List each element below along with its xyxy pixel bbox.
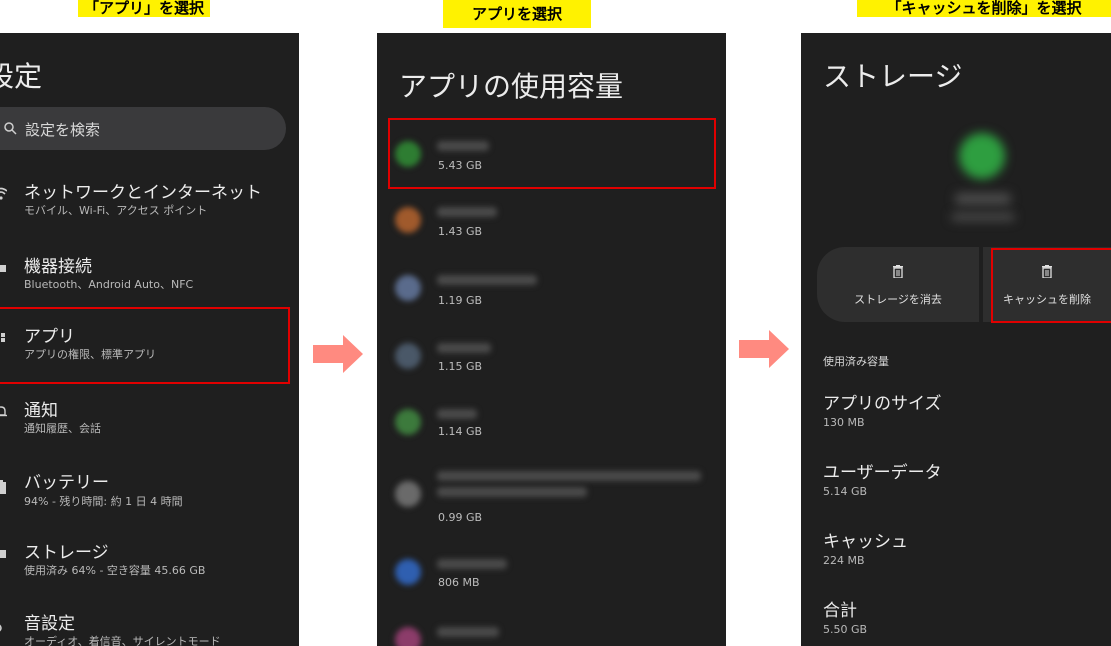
page-title: ストレージ (823, 60, 963, 93)
settings-item-subtitle: Bluetooth、Android Auto、NFC (24, 278, 194, 291)
settings-item-label: ネットワークとインターネット (24, 183, 262, 203)
settings-item-subtitle: オーディオ、着信音、サイレントモード (24, 635, 221, 646)
app-row[interactable]: 1.19 GB (377, 261, 726, 321)
settings-item-label: ストレージ (24, 543, 109, 563)
app-version-blurred (951, 213, 1015, 221)
app-icon (959, 133, 1005, 179)
settings-item-sound[interactable]: 音設定 オーディオ、着信音、サイレントモード (0, 607, 299, 646)
app-row[interactable]: 1.15 GB (377, 329, 726, 389)
app-name-blurred (437, 275, 537, 285)
settings-item-devices[interactable]: 機器接続 Bluetooth、Android Auto、NFC (0, 249, 299, 299)
storage-row-label: ユーザーデータ (823, 463, 942, 483)
arrow-right-icon (739, 330, 789, 368)
app-size: 0.99 GB (438, 511, 483, 524)
settings-item-label: 機器接続 (24, 257, 92, 277)
app-name-blurred (437, 627, 499, 637)
settings-item-subtitle: 使用済み 64% - 空き容量 45.66 GB (24, 564, 206, 577)
app-size: 1.19 GB (438, 294, 483, 307)
storage-icon (0, 547, 8, 561)
arrow-right-icon (313, 335, 363, 373)
settings-item-battery[interactable]: バッテリー 94% - 残り時間: 約 1 日 4 時間 (0, 466, 299, 516)
clear-storage-button[interactable]: ストレージを消去 (817, 247, 979, 322)
storage-row: ユーザーデータ 5.14 GB (823, 458, 942, 498)
storage-row: キャッシュ 224 MB (823, 527, 908, 567)
step1-caption: 「アプリ」を選択 (78, 0, 210, 17)
step2-caption: アプリを選択 (443, 0, 591, 28)
app-name-blurred (437, 471, 701, 481)
storage-row-value: 224 MB (823, 554, 865, 567)
settings-item-label: 通知 (24, 401, 58, 421)
apps-highlight-frame (0, 307, 290, 384)
search-icon (2, 119, 18, 137)
devices-icon (0, 263, 8, 275)
search-placeholder: 設定を検索 (25, 121, 101, 139)
wifi-icon (0, 185, 8, 203)
bell-icon (0, 404, 8, 420)
page-title: 設定 (0, 60, 43, 93)
settings-item-label: バッテリー (24, 473, 109, 493)
app-size: 1.14 GB (438, 425, 483, 438)
app-name-blurred (437, 343, 491, 353)
app-icon (395, 343, 421, 369)
storage-row: アプリのサイズ 130 MB (823, 389, 942, 429)
storage-row: 合計 5.50 GB (823, 596, 868, 636)
page-title: アプリの使用容量 (399, 70, 624, 103)
app-icon (395, 409, 421, 435)
storage-screen: ストレージ ストレージを消去 キャッシュを削除 使用済み容量 アプリのサイズ 1… (801, 33, 1111, 646)
clear-storage-label: ストレージを消去 (854, 293, 942, 306)
search-bar[interactable]: 設定を検索 (0, 107, 286, 150)
storage-row-value: 5.14 GB (823, 485, 868, 498)
settings-item-subtitle: 94% - 残り時間: 約 1 日 4 時間 (24, 495, 183, 508)
settings-item-storage[interactable]: ストレージ 使用済み 64% - 空き容量 45.66 GB (0, 537, 299, 587)
app-icon (395, 559, 421, 585)
app-name-blurred (437, 409, 477, 419)
sound-icon (0, 621, 8, 635)
settings-item-notifications[interactable]: 通知 通知履歴、会話 (0, 396, 299, 446)
app-icon (395, 481, 421, 507)
storage-row-label: キャッシュ (823, 532, 908, 552)
app-usage-screen: アプリの使用容量 5.43 GB 1.43 GB 1.19 GB 1.15 GB… (377, 33, 726, 646)
settings-item-label: 音設定 (24, 614, 75, 634)
app-icon (395, 207, 421, 233)
settings-item-network[interactable]: ネットワークとインターネット モバイル、Wi-Fi、アクセス ポイント (0, 173, 299, 223)
app-row[interactable] (377, 613, 726, 646)
app-highlight-frame (388, 118, 716, 189)
battery-icon (0, 478, 8, 496)
app-row[interactable]: 0.99 GB (377, 465, 726, 529)
settings-screen: 設定 設定を検索 ネットワークとインターネット モバイル、Wi-Fi、アクセス … (0, 33, 299, 646)
section-header: 使用済み容量 (823, 355, 889, 368)
step3-caption: 「キャッシュを削除」を選択 (857, 0, 1111, 17)
settings-item-subtitle: モバイル、Wi-Fi、アクセス ポイント (24, 204, 208, 217)
app-row[interactable]: 1.14 GB (377, 397, 726, 457)
storage-row-label: アプリのサイズ (823, 394, 942, 414)
app-name-blurred (437, 487, 587, 497)
app-icon (395, 627, 421, 646)
app-name-blurred (437, 207, 497, 217)
storage-row-label: 合計 (823, 601, 857, 621)
app-name-blurred (955, 193, 1011, 205)
app-row[interactable]: 1.43 GB (377, 193, 726, 253)
app-size: 806 MB (438, 576, 480, 589)
storage-row-value: 130 MB (823, 416, 865, 429)
trash-icon (817, 265, 979, 282)
app-size: 1.43 GB (438, 225, 483, 238)
settings-item-subtitle: 通知履歴、会話 (24, 422, 101, 435)
app-size: 1.15 GB (438, 360, 483, 373)
app-row[interactable]: 806 MB (377, 545, 726, 605)
app-icon (395, 275, 421, 301)
storage-row-value: 5.50 GB (823, 623, 868, 636)
app-name-blurred (437, 559, 507, 569)
clear-cache-highlight-frame (991, 248, 1111, 323)
